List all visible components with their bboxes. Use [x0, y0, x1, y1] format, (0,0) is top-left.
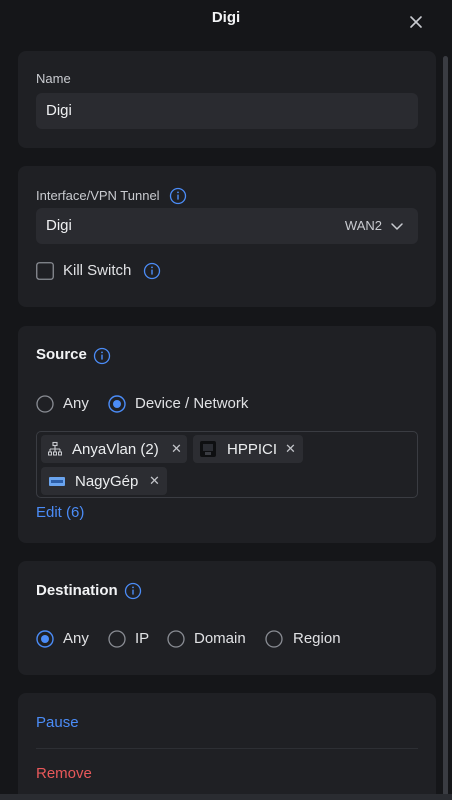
- remove-chip-icon[interactable]: ✕: [171, 441, 182, 457]
- kill-switch-checkbox[interactable]: [36, 262, 54, 280]
- close-icon[interactable]: [406, 12, 426, 32]
- source-chip: HPPICI ✕: [193, 435, 303, 463]
- panel-header: Digi: [0, 0, 452, 44]
- destination-radio-domain[interactable]: [167, 630, 185, 648]
- scrollbar-thumb[interactable]: [443, 56, 448, 796]
- device-card-icon: [49, 477, 65, 486]
- remove-button[interactable]: Remove: [36, 765, 92, 782]
- chevron-down-icon: [391, 223, 403, 230]
- interface-port: WAN2: [344, 218, 382, 233]
- destination-card: Destination Any IP Domain Region: [18, 561, 436, 675]
- source-radio-device-network-label: Device / Network: [135, 395, 249, 412]
- info-icon[interactable]: [93, 347, 111, 365]
- source-selection-box: AnyaVlan (2) ✕ HPPICI ✕ NagyGép ✕: [36, 431, 418, 498]
- chip-label: NagyGép: [75, 473, 139, 490]
- name-label: Name: [36, 71, 71, 86]
- destination-radio-region-label: Region: [293, 630, 341, 647]
- chip-label: AnyaVlan (2): [72, 441, 159, 458]
- chip-label: HPPICI: [227, 441, 278, 458]
- name-input[interactable]: Digi: [36, 93, 418, 129]
- remove-chip-icon[interactable]: ✕: [285, 441, 296, 457]
- edit-source-link[interactable]: Edit (6): [36, 504, 84, 521]
- kill-switch-label: Kill Switch: [63, 262, 132, 279]
- source-radio-device-network[interactable]: [108, 395, 126, 413]
- destination-radio-domain-label: Domain: [194, 630, 246, 647]
- source-chip: AnyaVlan (2) ✕: [41, 435, 187, 463]
- source-chip: NagyGép ✕: [41, 467, 167, 495]
- interface-card: Interface/VPN Tunnel Digi WAN2 Kill Swit…: [18, 166, 436, 307]
- source-title: Source: [36, 346, 87, 363]
- info-icon[interactable]: [169, 187, 187, 205]
- destination-radio-ip[interactable]: [108, 630, 126, 648]
- network-topology-icon: [48, 441, 62, 456]
- name-card: Name Digi: [18, 51, 436, 148]
- destination-radio-region[interactable]: [265, 630, 283, 648]
- interface-label: Interface/VPN Tunnel: [36, 188, 160, 203]
- actions-card: Pause Remove: [18, 693, 436, 800]
- source-radio-any[interactable]: [36, 395, 54, 413]
- info-icon[interactable]: [143, 262, 161, 280]
- horizontal-scrollbar[interactable]: [0, 794, 452, 800]
- actions-divider: [36, 748, 418, 749]
- destination-radio-any[interactable]: [36, 630, 54, 648]
- interface-select[interactable]: Digi WAN2: [36, 208, 418, 244]
- destination-radio-ip-label: IP: [135, 630, 150, 647]
- source-radio-any-label: Any: [63, 395, 89, 412]
- info-icon[interactable]: [124, 582, 142, 600]
- destination-radio-any-label: Any: [63, 630, 89, 647]
- panel-title: Digi: [211, 9, 241, 26]
- pause-button[interactable]: Pause: [36, 714, 79, 731]
- destination-title: Destination: [36, 582, 118, 599]
- source-card: Source Any Device / Network AnyaVlan (2)…: [18, 326, 436, 543]
- interface-select-value: Digi: [46, 217, 72, 234]
- remove-chip-icon[interactable]: ✕: [149, 473, 160, 489]
- device-thumbnail-icon: [200, 441, 216, 457]
